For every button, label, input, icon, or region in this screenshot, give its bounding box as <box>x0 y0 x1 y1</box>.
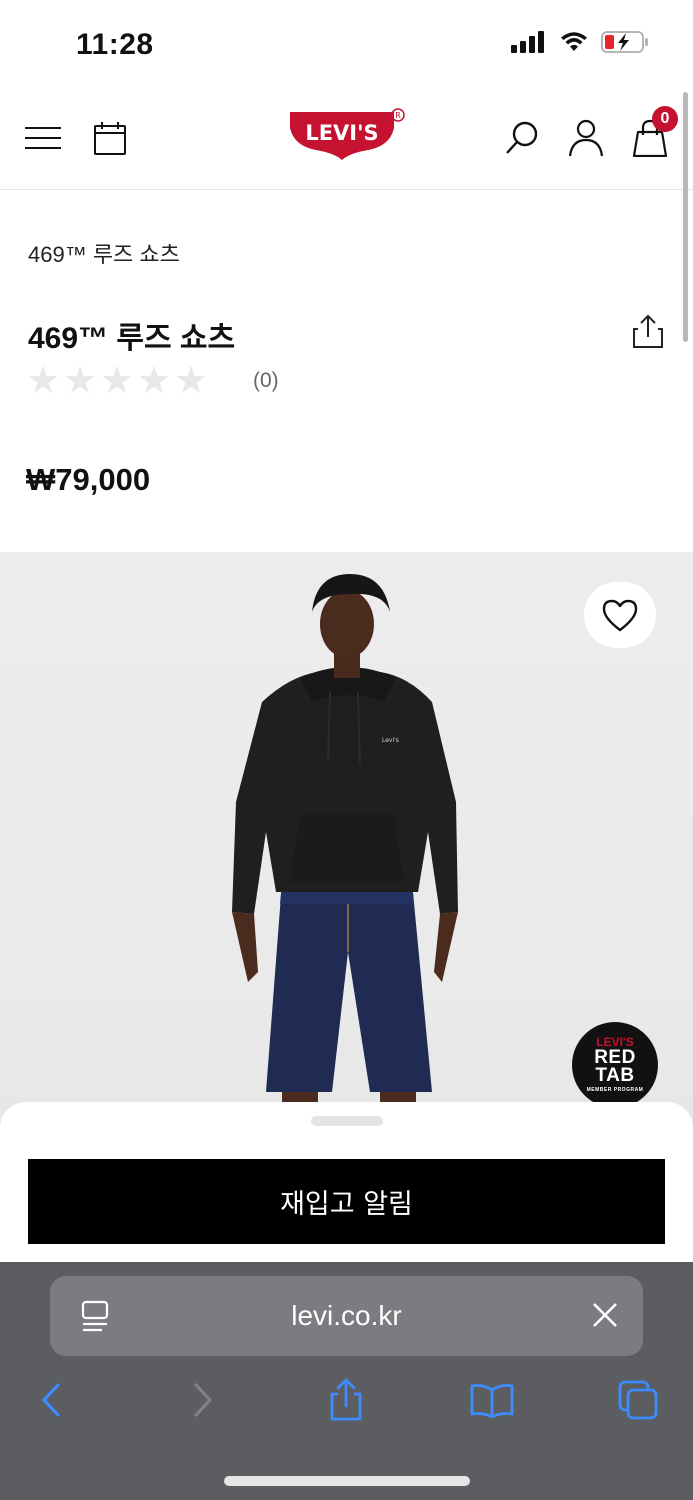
bookmarks-icon <box>470 1384 514 1418</box>
svg-text:Levi's: Levi's <box>382 737 399 744</box>
bottom-sheet: 재입고 알림 <box>0 1102 693 1264</box>
page-scroll-indicator <box>683 92 688 342</box>
menu-icon <box>25 127 61 149</box>
wifi-icon <box>561 32 587 51</box>
forward-button[interactable] <box>178 1376 226 1424</box>
back-icon <box>42 1383 60 1417</box>
battery-icon <box>601 31 648 53</box>
share-sheet-icon <box>330 1378 362 1421</box>
address-bar[interactable]: levi.co.kr <box>50 1276 643 1356</box>
cart-button[interactable]: 0 <box>628 106 678 160</box>
forward-icon <box>194 1383 212 1417</box>
status-bar: 11:28 <box>0 0 693 88</box>
bookmarks-button[interactable] <box>468 1376 516 1424</box>
rating[interactable]: ★ ★ ★ ★ ★ (0) <box>26 362 279 400</box>
product-price: ₩79,000 <box>26 462 151 497</box>
calendar-icon <box>94 122 126 155</box>
calendar-button[interactable] <box>88 116 132 160</box>
svg-text:R: R <box>395 111 401 120</box>
red-tab-subtitle: MEMBER PROGRAM <box>586 1086 644 1093</box>
star-icon: ★ <box>63 360 98 402</box>
sheet-handle[interactable] <box>311 1116 383 1126</box>
share-button[interactable] <box>630 313 666 349</box>
browser-toolbar: levi.co.kr <box>0 1262 693 1500</box>
status-time: 11:28 <box>76 28 154 61</box>
status-icons <box>511 30 649 54</box>
star-icon: ★ <box>174 360 209 402</box>
heart-icon <box>602 599 638 632</box>
share-icon <box>633 314 663 348</box>
search-icon <box>506 121 538 154</box>
home-indicator <box>224 1476 470 1486</box>
product-title: 469™ 루즈 쇼츠 <box>28 322 236 355</box>
tabs-icon <box>618 1380 658 1420</box>
levis-logo[interactable]: LEVI'S R <box>286 108 406 164</box>
menu-button[interactable] <box>21 116 65 160</box>
cart-count-badge: 0 <box>652 106 678 132</box>
share-sheet-button[interactable] <box>322 1376 370 1424</box>
account-button[interactable] <box>564 116 608 160</box>
red-tab-badge[interactable]: LEVI'S RED TAB MEMBER PROGRAM <box>572 1022 658 1108</box>
signal-icon <box>511 31 544 53</box>
url-text: levi.co.kr <box>291 1300 402 1331</box>
star-icon: ★ <box>100 360 135 402</box>
breadcrumb[interactable]: 469™ 루즈 쇼츠 <box>28 237 180 269</box>
rating-stars: ★ ★ ★ ★ ★ <box>26 362 211 400</box>
star-icon: ★ <box>26 360 61 402</box>
wishlist-button[interactable] <box>584 582 656 648</box>
star-icon: ★ <box>137 360 172 402</box>
rating-count: (0) <box>253 369 279 392</box>
site-header: LEVI'S R 0 <box>0 88 693 190</box>
svg-text:LEVI'S: LEVI'S <box>305 121 378 145</box>
back-button[interactable] <box>28 1376 76 1424</box>
tabs-button[interactable] <box>614 1376 662 1424</box>
restock-notify-button[interactable]: 재입고 알림 <box>28 1159 665 1244</box>
red-tab-line2: TAB <box>595 1064 635 1086</box>
search-button[interactable] <box>500 116 544 160</box>
user-icon <box>568 119 604 157</box>
close-icon[interactable] <box>590 1300 620 1330</box>
